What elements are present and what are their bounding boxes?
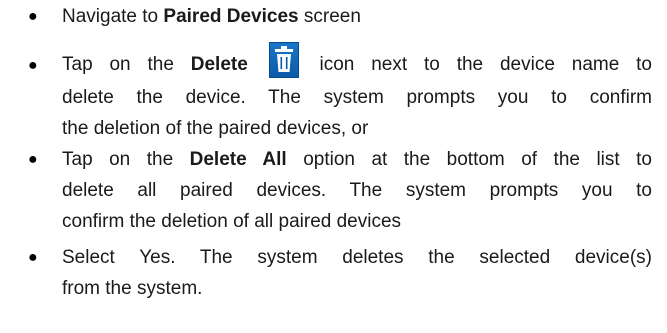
text-line: the deletion of the paired devices, or	[62, 118, 369, 139]
bullet-symbol: ●	[28, 249, 38, 266]
instruction-list: ● Navigate to Paired Devices screen ● Ta…	[0, 0, 667, 333]
text-line: from the system.	[62, 278, 203, 299]
text-segment: option at the bottom of the list to	[286, 149, 652, 170]
text-segment: Navigate to	[62, 6, 164, 27]
delete-all-label: Delete All	[189, 149, 287, 170]
text-line: delete the device. The system prompts yo…	[62, 87, 652, 108]
text-segment: Tap on the	[62, 149, 190, 170]
bullet-symbol: ●	[28, 151, 38, 168]
list-item-text: Tap on the Delete icon next to the devic…	[62, 42, 652, 144]
text-line: delete all paired devices. The system pr…	[62, 180, 652, 201]
list-item-text: Navigate to Paired Devices screen	[62, 1, 652, 32]
list-item-text: Select Yes. The system deletes the selec…	[62, 242, 652, 304]
paired-devices-label: Paired Devices	[163, 6, 299, 27]
text-segment: Tap on the	[62, 54, 191, 75]
bullet-symbol: ●	[28, 57, 38, 74]
trash-icon	[268, 42, 299, 78]
list-item-text: Tap on the Delete All option at the bott…	[62, 144, 652, 237]
bullet-symbol: ●	[28, 8, 38, 25]
text-segment: screen	[298, 6, 361, 27]
text-line: confirm the deletion of all paired devic…	[62, 211, 402, 232]
text-segment: icon next to the device name to	[302, 54, 653, 75]
text-line: Select Yes. The system deletes the selec…	[62, 247, 652, 268]
delete-label: Delete	[190, 54, 248, 75]
